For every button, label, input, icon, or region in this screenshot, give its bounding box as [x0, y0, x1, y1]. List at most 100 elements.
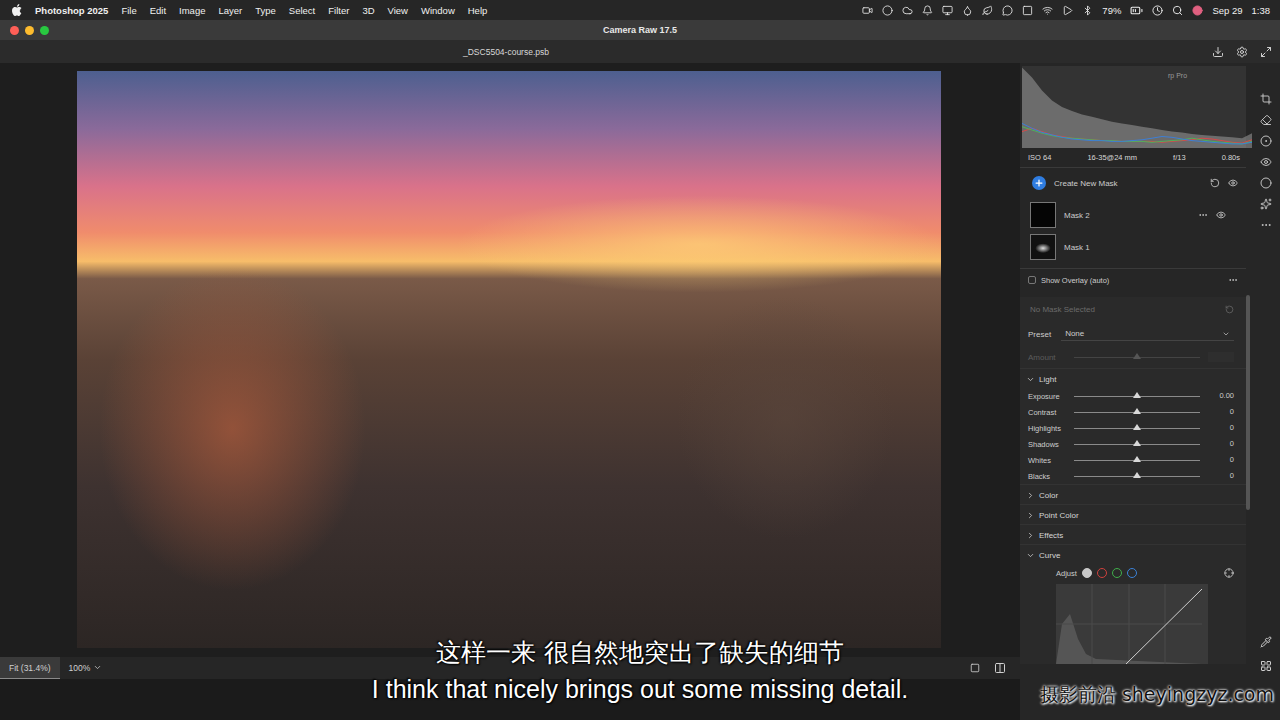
reset-icon[interactable]: [1210, 178, 1220, 188]
split-view-icon[interactable]: [994, 662, 1006, 674]
slider-thumb[interactable]: [1133, 408, 1141, 414]
ai-icon[interactable]: [1260, 198, 1272, 210]
slider-value[interactable]: 0: [1208, 407, 1234, 417]
bluetooth-icon[interactable]: [1082, 5, 1093, 16]
avatar-icon[interactable]: [1192, 5, 1203, 16]
plus-icon[interactable]: [1032, 176, 1046, 190]
drop-icon[interactable]: [962, 5, 973, 16]
section-header[interactable]: Color: [1020, 484, 1246, 504]
section-title[interactable]: Color: [1039, 491, 1058, 500]
section-title[interactable]: Curve: [1039, 551, 1060, 560]
menu-item[interactable]: Window: [421, 5, 455, 16]
curve-graph[interactable]: [1056, 584, 1208, 664]
slider-value[interactable]: 0.00: [1208, 391, 1234, 401]
create-mask-row[interactable]: Create New Mask: [1020, 168, 1246, 198]
save-icon[interactable]: [1212, 46, 1224, 58]
mask-row[interactable]: Mask 2: [1030, 202, 1246, 228]
chevron-right-icon[interactable]: [1026, 511, 1035, 520]
slider-track[interactable]: [1074, 476, 1200, 477]
slider-thumb[interactable]: [1133, 472, 1141, 478]
bell-icon[interactable]: [922, 5, 933, 16]
section-title[interactable]: Light: [1039, 375, 1056, 384]
menu-item[interactable]: Help: [468, 5, 488, 16]
video-icon[interactable]: [862, 5, 873, 16]
slider-track[interactable]: [1074, 444, 1200, 445]
section-header[interactable]: Curve: [1020, 544, 1246, 564]
slider-thumb[interactable]: [1133, 424, 1141, 430]
mask-name[interactable]: Mask 2: [1064, 211, 1090, 220]
before-after-icon[interactable]: [970, 663, 980, 673]
menu-item[interactable]: 3D: [362, 5, 374, 16]
slider-thumb[interactable]: [1133, 392, 1141, 398]
menu-item[interactable]: Image: [179, 5, 205, 16]
menu-item[interactable]: Type: [255, 5, 276, 16]
menu-item[interactable]: Edit: [150, 5, 166, 16]
close-button[interactable]: [10, 26, 19, 35]
more-icon[interactable]: [1228, 275, 1238, 285]
apple-icon[interactable]: [12, 4, 22, 16]
fullscreen-icon[interactable]: [1260, 46, 1272, 58]
chevron-down-icon[interactable]: [1222, 330, 1230, 338]
chevron-down-icon[interactable]: [93, 663, 102, 672]
minimize-button[interactable]: [25, 26, 34, 35]
presets-icon[interactable]: [1260, 177, 1272, 189]
play-icon[interactable]: [1062, 5, 1073, 16]
app-menu[interactable]: Photoshop 2025: [35, 5, 108, 16]
menu-item[interactable]: Select: [289, 5, 315, 16]
mask-thumbnail[interactable]: [1030, 202, 1056, 228]
wifi-icon[interactable]: [1042, 5, 1053, 16]
section-header[interactable]: Point Color: [1020, 504, 1246, 524]
zoom-level[interactable]: 100%: [60, 657, 112, 679]
curve-channel[interactable]: [1097, 568, 1107, 578]
chevron-right-icon[interactable]: [1026, 491, 1035, 500]
crop-icon[interactable]: [1260, 93, 1272, 105]
photo[interactable]: [77, 71, 941, 648]
search-icon[interactable]: [1172, 5, 1183, 16]
window-icon[interactable]: [1022, 5, 1033, 16]
display-icon[interactable]: [942, 5, 953, 16]
more-icon[interactable]: [1260, 219, 1272, 231]
slider-value[interactable]: 0: [1208, 423, 1234, 433]
section-title[interactable]: Effects: [1039, 531, 1063, 540]
curve-channel[interactable]: [1082, 568, 1092, 578]
menu-item[interactable]: Layer: [218, 5, 242, 16]
menu-item[interactable]: Filter: [328, 5, 349, 16]
masking-icon[interactable]: [1260, 135, 1272, 147]
create-mask-label[interactable]: Create New Mask: [1054, 179, 1118, 188]
fit-zoom[interactable]: Fit (31.4%): [0, 657, 60, 679]
target-adjust-icon[interactable]: [1224, 568, 1234, 578]
slider-thumb[interactable]: [1133, 440, 1141, 446]
clock-icon[interactable]: [1152, 5, 1163, 16]
overlay-label[interactable]: Show Overlay (auto): [1041, 276, 1109, 285]
slider-value[interactable]: 0: [1208, 455, 1234, 465]
section-header[interactable]: Effects: [1020, 524, 1246, 544]
leaf-icon[interactable]: [982, 5, 993, 16]
overlay-row[interactable]: Show Overlay (auto): [1020, 269, 1246, 291]
menu-item[interactable]: View: [388, 5, 408, 16]
record-icon[interactable]: [882, 5, 893, 16]
eye-icon[interactable]: [1228, 178, 1238, 188]
menu-item[interactable]: File: [121, 5, 136, 16]
slider-track[interactable]: [1074, 460, 1200, 461]
pipette-icon[interactable]: [1260, 636, 1272, 648]
preset-select[interactable]: None: [1061, 327, 1234, 341]
slider-thumb[interactable]: [1133, 353, 1141, 359]
slider-track[interactable]: [1074, 357, 1200, 358]
eye-icon[interactable]: [1216, 210, 1226, 220]
grid-icon[interactable]: [1260, 660, 1272, 672]
section-header[interactable]: Light: [1020, 368, 1246, 388]
amount-value[interactable]: [1208, 352, 1234, 362]
zoom-button[interactable]: [40, 26, 49, 35]
slider-thumb[interactable]: [1133, 456, 1141, 462]
reset-icon[interactable]: [1225, 305, 1234, 314]
gear-icon[interactable]: [1236, 46, 1248, 58]
mask-row[interactable]: Mask 1: [1030, 234, 1246, 260]
slider-value[interactable]: 0: [1208, 471, 1234, 481]
mask-name[interactable]: Mask 1: [1064, 243, 1090, 252]
slider-value[interactable]: 0: [1208, 439, 1234, 449]
slider-track[interactable]: [1074, 412, 1200, 413]
curve-channel[interactable]: [1112, 568, 1122, 578]
section-title[interactable]: Point Color: [1039, 511, 1079, 520]
scrollbar[interactable]: [1246, 295, 1250, 510]
red-eye-icon[interactable]: [1260, 156, 1272, 168]
